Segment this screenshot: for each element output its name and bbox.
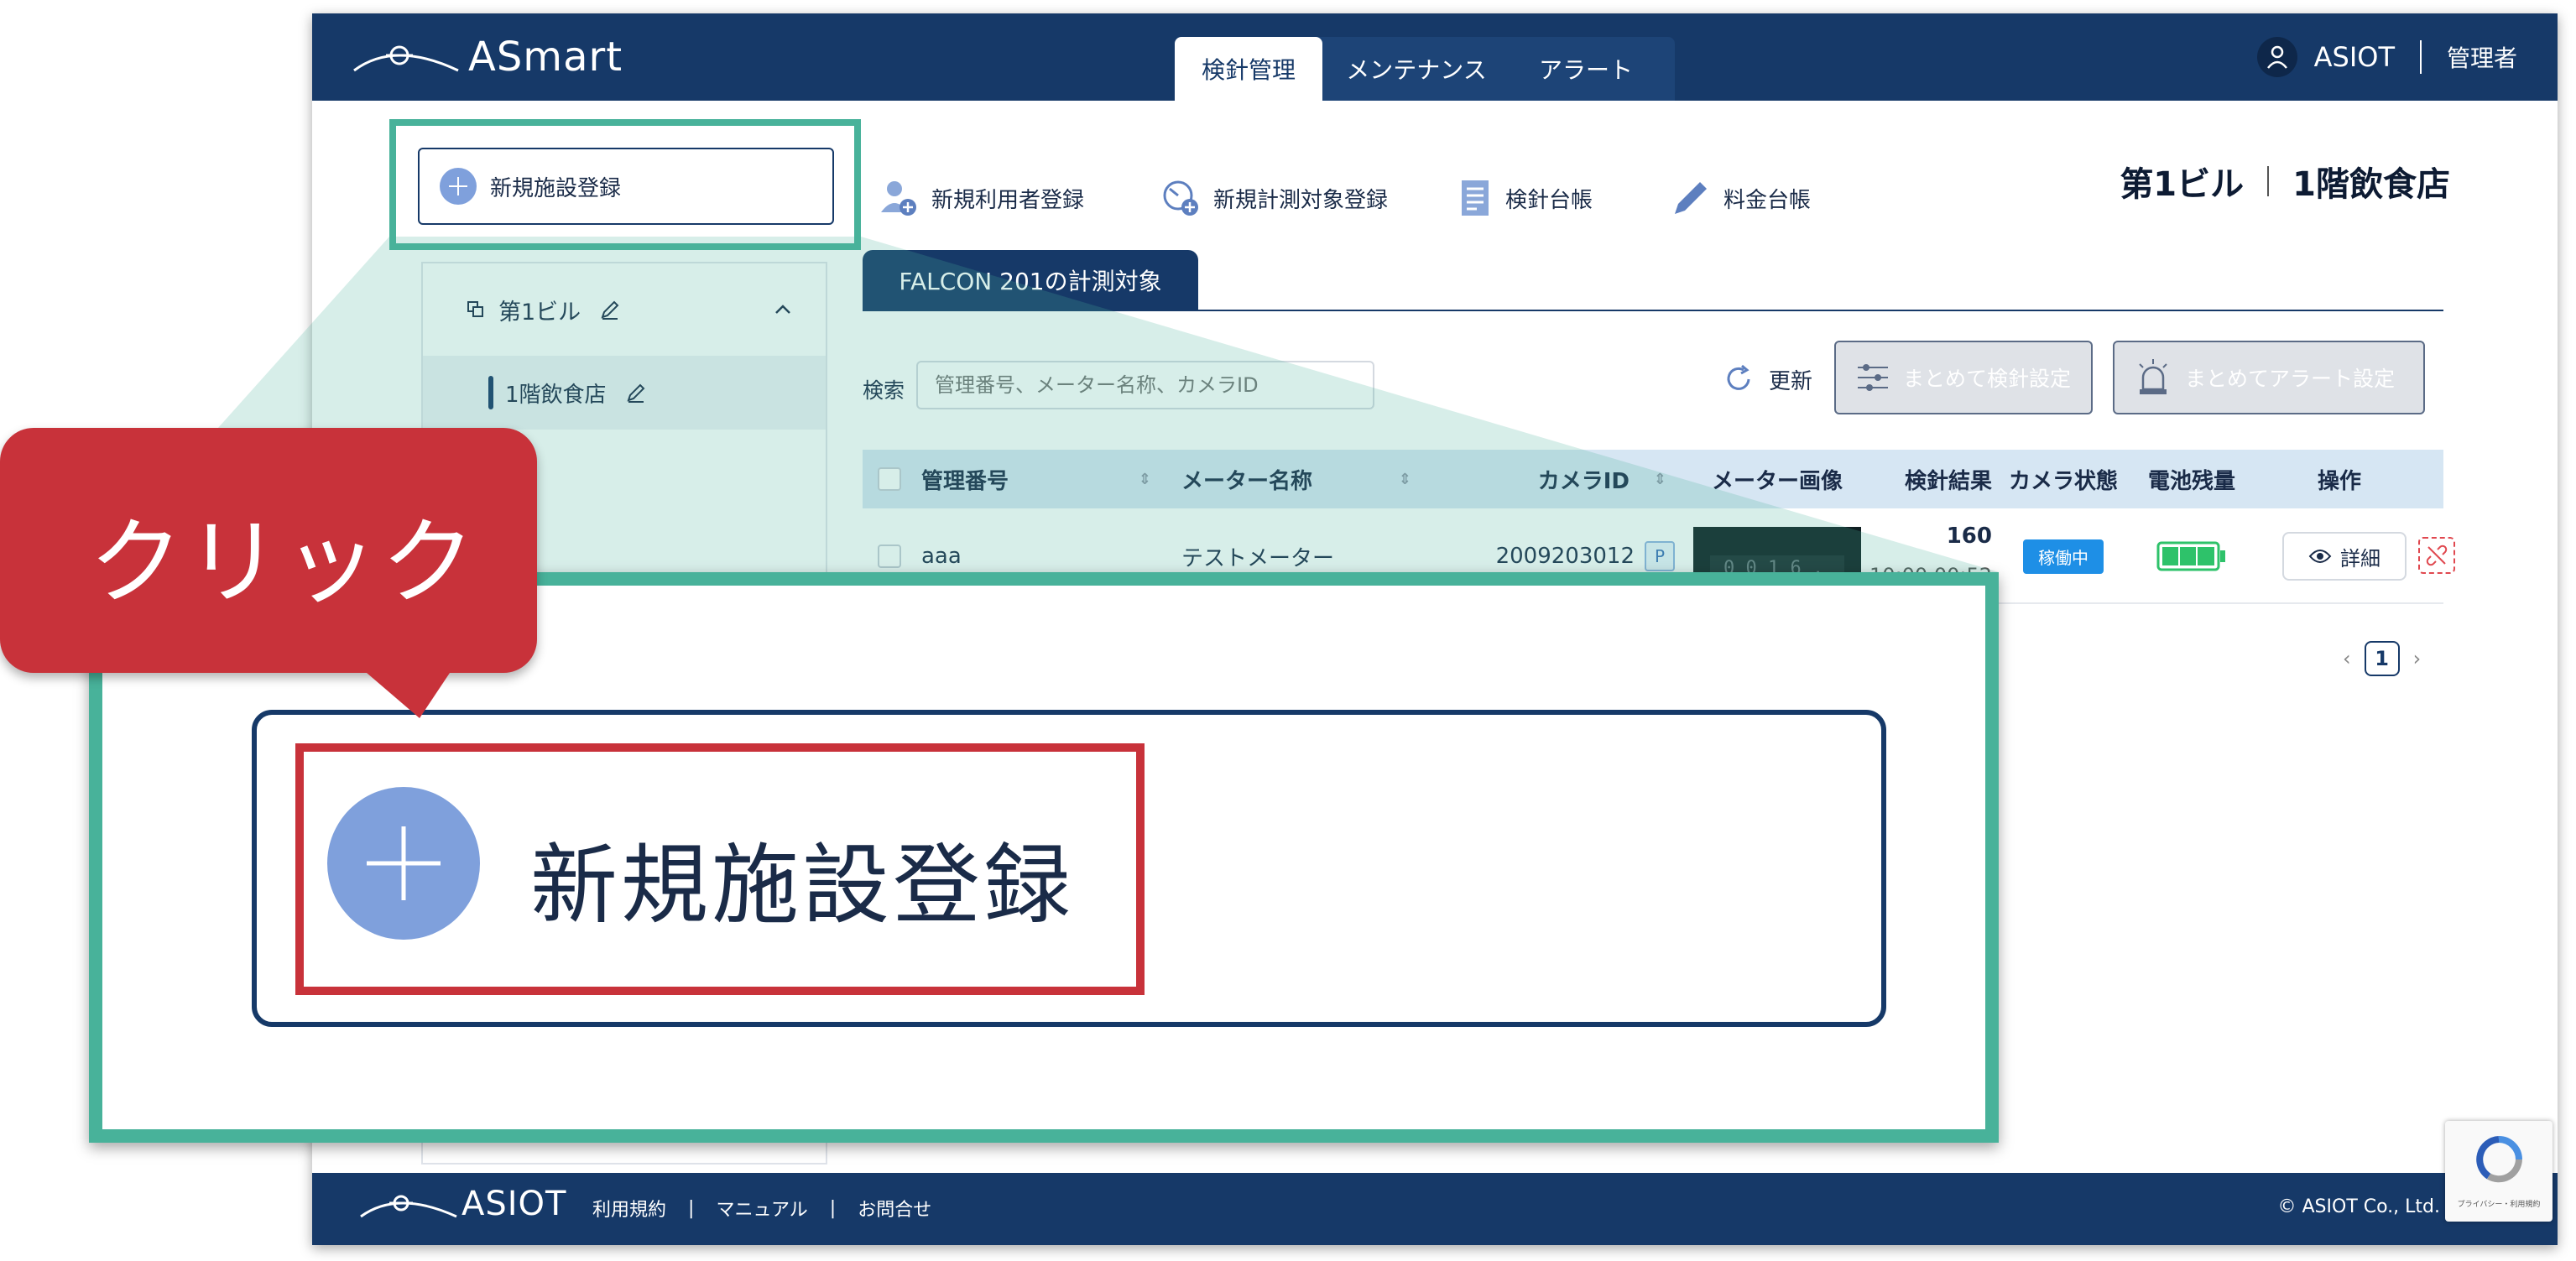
callout-text: クリック (89, 508, 478, 617)
zoomed-new-facility-label: 新規施設登録 (530, 834, 1075, 936)
zoomed-plus-circle-icon (327, 787, 480, 940)
callout-tail (361, 668, 453, 718)
screenshot-stage: ASmart 検針管理 メンテナンス アラート ASIOT 管理者 第1ビル 1… (0, 0, 2576, 1261)
